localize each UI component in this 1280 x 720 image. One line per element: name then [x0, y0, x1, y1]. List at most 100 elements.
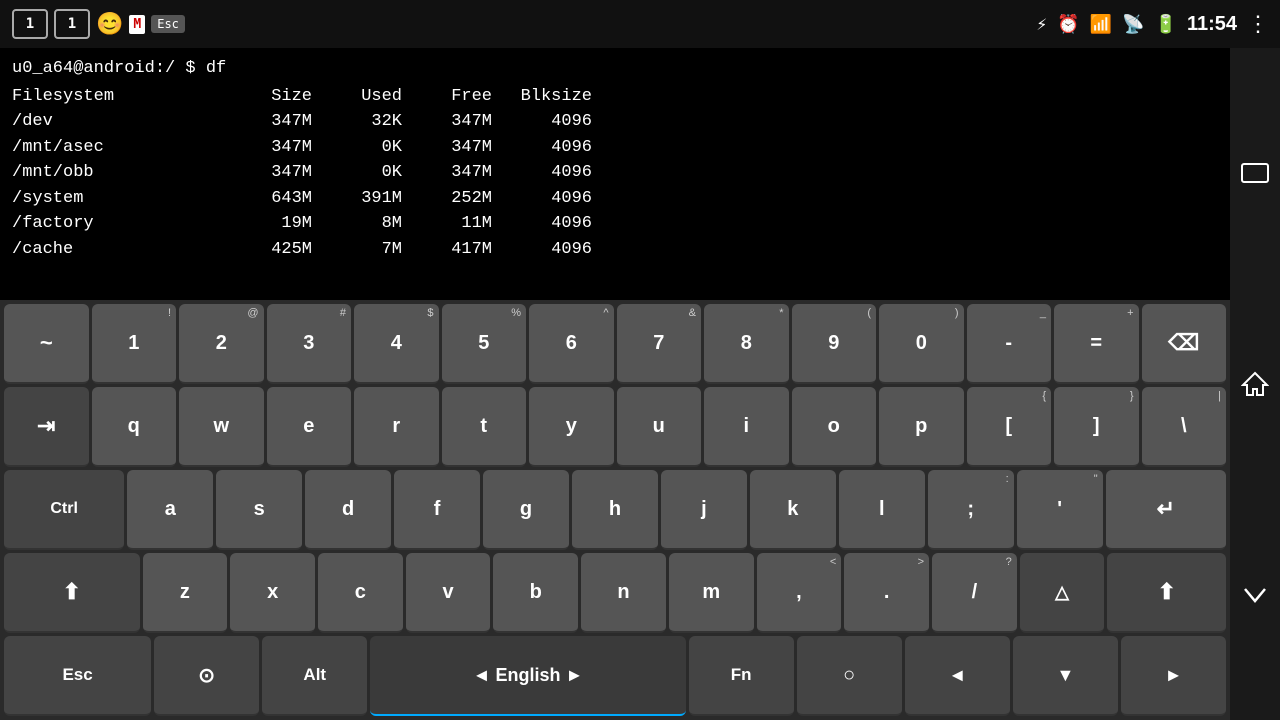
sidebar-rectangle-icon[interactable]: [1235, 153, 1275, 193]
notification-icon-1: 1: [12, 9, 48, 39]
key-quote[interactable]: '": [1017, 470, 1103, 550]
col-filesystem: Filesystem: [12, 84, 222, 110]
key-s[interactable]: s: [216, 470, 302, 550]
keyboard-row-4: ⬆ z x c v b n m ,< .> /? △ ⬆: [4, 553, 1226, 633]
key-comma[interactable]: ,<: [757, 553, 842, 633]
more-options-icon[interactable]: ⋮: [1247, 12, 1268, 37]
key-7[interactable]: 7&: [617, 304, 702, 384]
key-semicolon[interactable]: ;:: [928, 470, 1014, 550]
esc-badge: Esc: [151, 15, 185, 33]
gmail-icon: M: [129, 15, 145, 34]
key-9[interactable]: 9(: [792, 304, 877, 384]
col-free: Free: [402, 84, 492, 110]
key-w[interactable]: w: [179, 387, 264, 467]
key-tilde[interactable]: ~: [4, 304, 89, 384]
key-period[interactable]: .>: [844, 553, 929, 633]
keyboard-row-5: Esc ⊙ Alt ◄ English ► Fn ○ ◄ ▼ ►: [4, 636, 1226, 716]
key-ctrl[interactable]: Ctrl: [4, 470, 124, 550]
signal-icon: 📡: [1122, 14, 1144, 35]
key-i[interactable]: i: [704, 387, 789, 467]
key-o[interactable]: o: [792, 387, 877, 467]
key-rbracket[interactable]: ]}: [1054, 387, 1139, 467]
key-j[interactable]: j: [661, 470, 747, 550]
key-a[interactable]: a: [127, 470, 213, 550]
key-2[interactable]: 2@: [179, 304, 264, 384]
table-row: /system 643M 391M 252M 4096: [12, 186, 1218, 212]
key-y[interactable]: y: [529, 387, 614, 467]
keyboard-row-2: ⇥ q w e r t y u i o p [{ ]} \|: [4, 387, 1226, 467]
df-output: Filesystem Size Used Free Blksize /dev 3…: [12, 84, 1218, 263]
key-slash[interactable]: /?: [932, 553, 1017, 633]
key-t[interactable]: t: [442, 387, 527, 467]
key-d[interactable]: d: [305, 470, 391, 550]
col-size: Size: [222, 84, 312, 110]
key-0[interactable]: 0): [879, 304, 964, 384]
key-backslash[interactable]: \|: [1142, 387, 1227, 467]
key-language[interactable]: ◄ English ►: [370, 636, 685, 716]
notification-icon-2: 1: [54, 9, 90, 39]
key-3[interactable]: 3#: [267, 304, 352, 384]
keyboard: ~ 1! 2@ 3# 4$ 5% 6^ 7& 8* 9( 0) -_ =+ ⌫ …: [0, 300, 1230, 720]
key-nav-left[interactable]: ◄: [905, 636, 1010, 716]
key-u[interactable]: u: [617, 387, 702, 467]
key-m[interactable]: m: [669, 553, 754, 633]
sidebar-home-icon[interactable]: [1235, 364, 1275, 404]
alarm-icon: ⏰: [1057, 14, 1079, 35]
table-row: /dev 347M 32K 347M 4096: [12, 109, 1218, 135]
key-b[interactable]: b: [493, 553, 578, 633]
key-fn[interactable]: Fn: [689, 636, 794, 716]
key-lbracket[interactable]: [{: [967, 387, 1052, 467]
table-row: /mnt/obb 347M 0K 347M 4096: [12, 160, 1218, 186]
key-q[interactable]: q: [92, 387, 177, 467]
keyboard-row-3: Ctrl a s d f g h j k l ;: '" ↵: [4, 470, 1226, 550]
key-esc[interactable]: Esc: [4, 636, 151, 716]
wifi-icon: 📶: [1090, 14, 1112, 35]
key-nav-down[interactable]: ▼: [1013, 636, 1118, 716]
key-minus[interactable]: -_: [967, 304, 1052, 384]
key-tab[interactable]: ⇥: [4, 387, 89, 467]
key-circle-dot[interactable]: ⊙: [154, 636, 259, 716]
key-6[interactable]: 6^: [529, 304, 614, 384]
key-g[interactable]: g: [483, 470, 569, 550]
time-display: 11:54: [1187, 13, 1237, 36]
key-x[interactable]: x: [230, 553, 315, 633]
sidebar-chevron-down-icon[interactable]: [1235, 575, 1275, 615]
key-f[interactable]: f: [394, 470, 480, 550]
key-shift-left[interactable]: ⬆: [4, 553, 140, 633]
key-backspace[interactable]: ⌫: [1142, 304, 1227, 384]
key-home-circle[interactable]: ○: [797, 636, 902, 716]
key-equals[interactable]: =+: [1054, 304, 1139, 384]
key-z[interactable]: z: [143, 553, 228, 633]
battery-icon: 🔋: [1155, 14, 1177, 35]
status-left-icons: 1 1 😊 M Esc: [12, 9, 185, 39]
key-1[interactable]: 1!: [92, 304, 177, 384]
df-header-row: Filesystem Size Used Free Blksize: [12, 84, 1218, 110]
smiley-icon: 😊: [96, 12, 123, 37]
status-right-icons: ⚡ ⏰ 📶 📡 🔋 11:54 ⋮: [1036, 12, 1268, 37]
key-nav-right[interactable]: ►: [1121, 636, 1226, 716]
key-r[interactable]: r: [354, 387, 439, 467]
key-k[interactable]: k: [750, 470, 836, 550]
key-alt[interactable]: Alt: [262, 636, 367, 716]
bluetooth-icon: ⚡: [1036, 14, 1047, 35]
status-bar: 1 1 😊 M Esc ⚡ ⏰ 📶 📡 🔋 11:54 ⋮: [0, 0, 1280, 48]
key-h[interactable]: h: [572, 470, 658, 550]
table-row: /cache 425M 7M 417M 4096: [12, 237, 1218, 263]
col-used: Used: [312, 84, 402, 110]
key-v[interactable]: v: [406, 553, 491, 633]
key-enter[interactable]: ↵: [1106, 470, 1226, 550]
key-e[interactable]: e: [267, 387, 352, 467]
key-8[interactable]: 8*: [704, 304, 789, 384]
key-n[interactable]: n: [581, 553, 666, 633]
key-shift-right[interactable]: ⬆: [1107, 553, 1226, 633]
key-p[interactable]: p: [879, 387, 964, 467]
keyboard-row-1: ~ 1! 2@ 3# 4$ 5% 6^ 7& 8* 9( 0) -_ =+ ⌫: [4, 304, 1226, 384]
key-triangle-up[interactable]: △: [1020, 553, 1105, 633]
key-c[interactable]: c: [318, 553, 403, 633]
terminal-area[interactable]: u0_a64@android:/ $ df Filesystem Size Us…: [0, 48, 1230, 300]
key-5[interactable]: 5%: [442, 304, 527, 384]
key-l[interactable]: l: [839, 470, 925, 550]
key-4[interactable]: 4$: [354, 304, 439, 384]
terminal-prompt: u0_a64@android:/ $ df: [12, 56, 1218, 82]
sidebar-right: [1230, 48, 1280, 720]
